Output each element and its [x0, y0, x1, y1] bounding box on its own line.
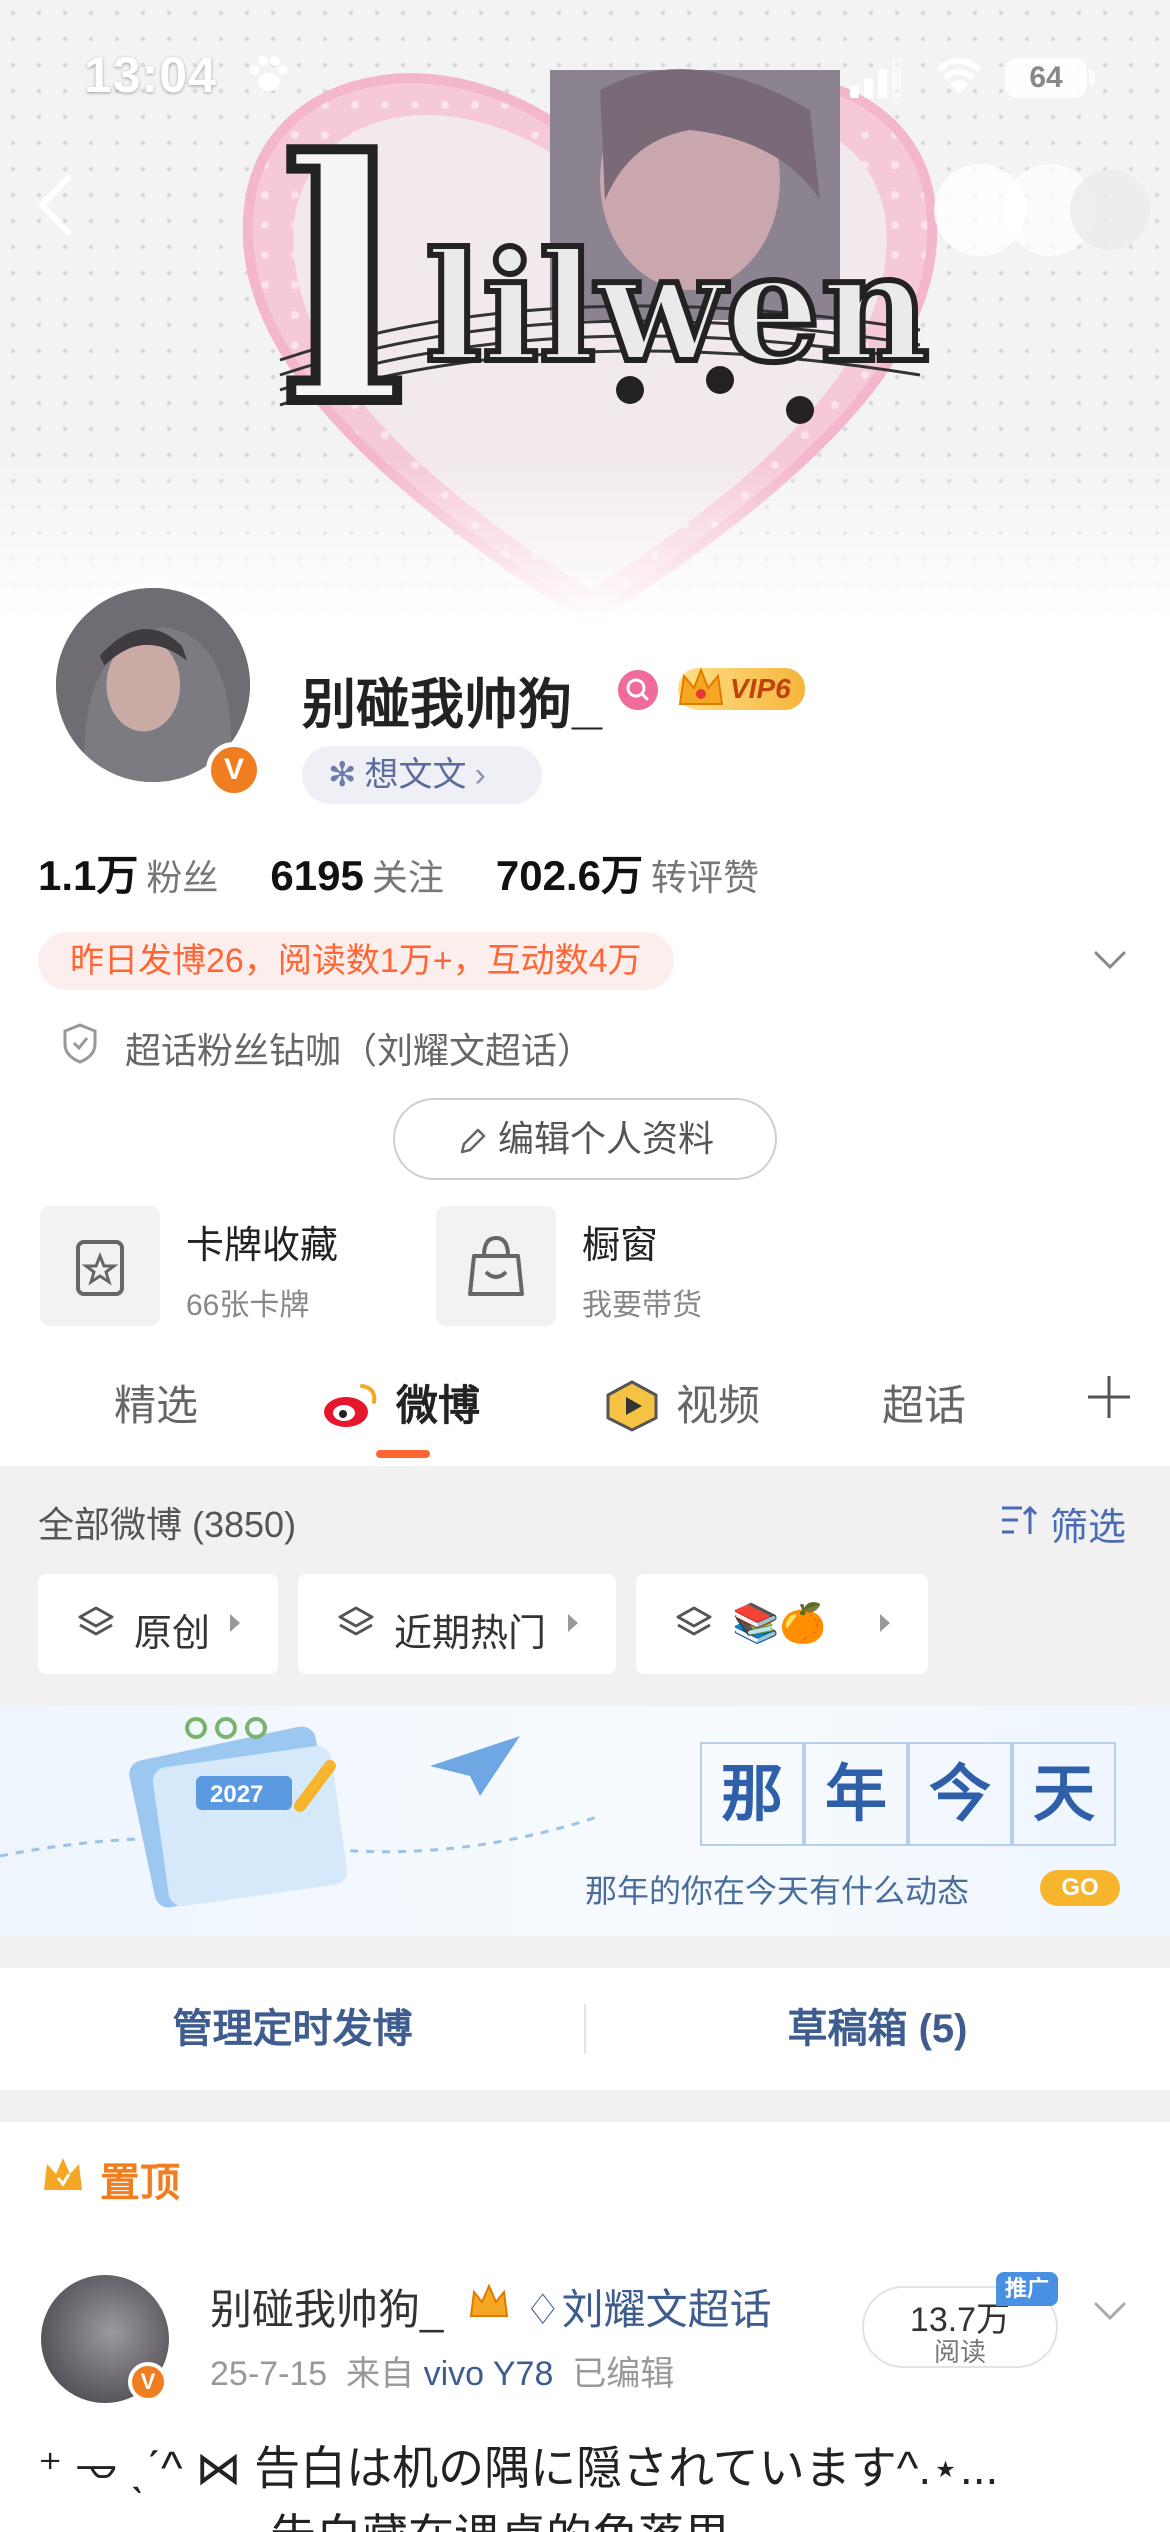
weibo-logo-icon: [324, 1384, 377, 1427]
profile-tabs: 精选 微博 视频 超话: [0, 1350, 1170, 1466]
post-topic-label: 刘耀文超话: [561, 2286, 772, 2333]
post-verified-badge: V: [128, 2362, 168, 2402]
manage-bar: 管理定时发博 草稿箱 (5): [0, 1968, 1170, 2090]
chip-label: 近期热门: [394, 1613, 547, 1655]
chevron-down-icon[interactable]: [1090, 2296, 1130, 2326]
tab-supertopic[interactable]: 超话: [882, 1372, 966, 1433]
profile-username: 别碰我帅狗_: [302, 675, 603, 735]
go-button[interactable]: GO: [1040, 1870, 1120, 1906]
stat-followers[interactable]: 1.1万 粉丝: [38, 852, 270, 899]
video-icon: [606, 1380, 658, 1432]
search-badge-icon[interactable]: [618, 670, 658, 710]
tab-featured[interactable]: 精选: [114, 1372, 198, 1433]
plus-icon[interactable]: [1086, 1374, 1132, 1420]
edit-profile-label: 编辑个人资料: [497, 1118, 714, 1159]
snowflake-icon: ✻: [328, 756, 357, 794]
profile-avatar[interactable]: V: [38, 570, 268, 800]
pencil-icon: [460, 1129, 486, 1154]
tab-weibo[interactable]: 微博: [396, 1372, 480, 1433]
pinned-post[interactable]: 置顶 V 别碰我帅狗_ ♢刘耀文超话 25-7-15 来自 vivo Y78 已…: [0, 2122, 1170, 2532]
chip-original[interactable]: 原创: [38, 1574, 278, 1674]
shopping-bag-icon: [436, 1206, 556, 1326]
post-date: 25-7-15: [210, 2355, 328, 2393]
banner-title-char: 年: [804, 1742, 908, 1846]
post-source-prefix: 来自: [346, 2355, 415, 2393]
mood-status-pill[interactable]: ✻ 想文文 ›: [302, 746, 542, 804]
status-time: 13:04: [84, 47, 217, 103]
crown-icon: [678, 667, 724, 705]
on-this-day-banner[interactable]: 2027 那 年 今 天 那年的你在今天有什么动态 GO: [0, 1706, 1170, 1936]
layers-icon: [338, 1606, 374, 1636]
banner-title-char: 今: [908, 1742, 1012, 1846]
crown-badge-icon: [469, 2283, 509, 2317]
post-device[interactable]: vivo Y78: [424, 2355, 554, 2393]
activity-summary-pill[interactable]: 昨日发博26，阅读数1万+，互动数4万: [38, 932, 674, 990]
banner-title-char: 那: [700, 1742, 804, 1846]
battery-indicator: 64: [1005, 58, 1087, 98]
shield-icon: [63, 1023, 97, 1064]
edit-profile-button[interactable]: 编辑个人资料: [393, 1098, 777, 1180]
mood-label: 想文文: [364, 756, 467, 794]
triangle-right-icon: [568, 1614, 578, 1632]
post-edited: 已编辑: [572, 2355, 675, 2393]
tool-card-collection[interactable]: 卡牌收藏 66张卡牌: [40, 1206, 400, 1326]
tool-subtitle: 66张卡牌: [186, 1289, 310, 1322]
triangle-right-icon: [230, 1614, 240, 1632]
banner-subtitle: 那年的你在今天有什么动态: [585, 1872, 970, 1910]
tool-title: 卡牌收藏: [186, 1225, 339, 1267]
tool-subtitle: 我要带货: [582, 1289, 702, 1322]
reads-label: 阅读: [933, 2337, 986, 2367]
calendar-illustration: 2027: [0, 1717, 600, 1908]
svg-text:lilwen: lilwen: [425, 220, 930, 396]
chip-recent-hot[interactable]: 近期热门: [298, 1574, 616, 1674]
triangle-right-icon: [880, 1614, 890, 1632]
svg-text:2027: 2027: [210, 1781, 263, 1808]
pinned-label: 置顶: [100, 2161, 180, 2205]
active-tab-indicator: [376, 1450, 430, 1458]
post-meta: 25-7-15 来自 vivo Y78 已编辑: [210, 2346, 674, 2395]
layers-icon: [78, 1606, 114, 1636]
status-bar: 13:04 64: [0, 0, 1170, 150]
chip-custom[interactable]: 📚🍊: [636, 1574, 928, 1674]
profile-stats: 1.1万 粉丝 6195 关注 702.6万 转评赞: [38, 842, 811, 902]
filter-icon[interactable]: [1000, 1500, 1040, 1540]
all-posts-count: 全部微博 (3850): [38, 1504, 297, 1545]
diamond-icon: ♢: [524, 2286, 562, 2333]
filter-button[interactable]: 筛选: [1050, 1496, 1126, 1551]
chevron-down-icon[interactable]: [1090, 945, 1130, 975]
chip-label: 📚🍊: [732, 1603, 827, 1645]
paw-icon: [250, 56, 288, 91]
scheduled-posts-button[interactable]: 管理定时发博: [0, 1968, 585, 2090]
stat-interactions[interactable]: 702.6万 转评赞: [496, 852, 811, 899]
layers-icon: [676, 1606, 712, 1636]
drafts-button[interactable]: 草稿箱 (5): [585, 1968, 1170, 2090]
wifi-icon: [936, 58, 982, 94]
header-actions-blurred[interactable]: [930, 160, 1150, 260]
post-author-name[interactable]: 别碰我帅狗_: [210, 2276, 443, 2337]
tool-shop-window[interactable]: 橱窗 我要带货: [436, 1206, 796, 1326]
chevron-right-icon: ›: [474, 756, 486, 794]
banner-title-grid: 那 年 今 天: [700, 1742, 1116, 1846]
stat-following[interactable]: 6195 关注: [270, 852, 495, 899]
banner-title-char: 天: [1012, 1742, 1116, 1846]
back-arrow-icon[interactable]: [30, 170, 80, 240]
promote-badge[interactable]: 推广: [996, 2272, 1058, 2306]
tool-title: 橱窗: [582, 1225, 659, 1267]
crown-pin-icon: [44, 2158, 82, 2190]
signal-icon: [850, 60, 901, 98]
battery-tip: [1089, 70, 1095, 86]
post-text-line: 告白藏在课桌的角落里: [270, 2500, 730, 2532]
chip-label: 原创: [134, 1613, 211, 1655]
verified-badge: V: [206, 742, 262, 798]
supertopic-fan-badge[interactable]: 超话粉丝钻咖（刘耀文超话）: [125, 1022, 593, 1074]
tab-video[interactable]: 视频: [676, 1372, 760, 1433]
post-supertopic-link[interactable]: ♢刘耀文超话: [524, 2276, 772, 2337]
post-text-line: ⁺ 𐃷 ˎˊ^ ⋈ 告白は机の隅に隠されています^.⋆...: [38, 2442, 999, 2494]
card-star-icon: [40, 1206, 160, 1326]
